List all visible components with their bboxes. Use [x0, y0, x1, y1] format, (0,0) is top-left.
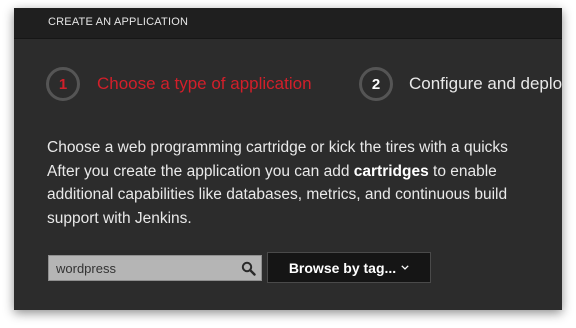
step-label: Configure and deplo [409, 74, 562, 93]
create-application-panel: CREATE AN APPLICATION 1 Choose a type of… [14, 8, 562, 310]
step-number-badge: 1 [46, 67, 80, 101]
cartridges-emphasis: cartridges [353, 162, 429, 180]
page-title: CREATE AN APPLICATION [48, 16, 189, 28]
description-text-segment: to enable [428, 162, 497, 180]
description-text-segment: After you create the application you can… [47, 162, 354, 180]
search-field[interactable] [48, 255, 262, 281]
chevron-down-icon [401, 265, 409, 270]
header-bar: CREATE AN APPLICATION [14, 8, 562, 39]
step-label: Choose a type of application [97, 74, 312, 93]
description-line: After you create the application you can… [47, 160, 562, 184]
browse-button-label: Browse by tag... [288, 259, 397, 276]
description-line: Choose a web programming cartridge or ki… [47, 139, 508, 156]
browse-by-tag-button[interactable]: Browse by tag... [267, 252, 431, 283]
search-input[interactable] [49, 256, 242, 280]
step-choose-type[interactable]: 1 Choose a type of application [46, 64, 312, 104]
description-line: additional capabilities like databases, … [47, 186, 508, 203]
step-number-badge: 2 [359, 67, 393, 101]
description-line: support with Jenkins. [47, 209, 192, 227]
search-icon[interactable] [241, 261, 256, 276]
step-configure-deploy[interactable]: 2 Configure and deplo [359, 64, 562, 104]
description-text: Choose a web programming cartridge or ki… [47, 136, 562, 230]
